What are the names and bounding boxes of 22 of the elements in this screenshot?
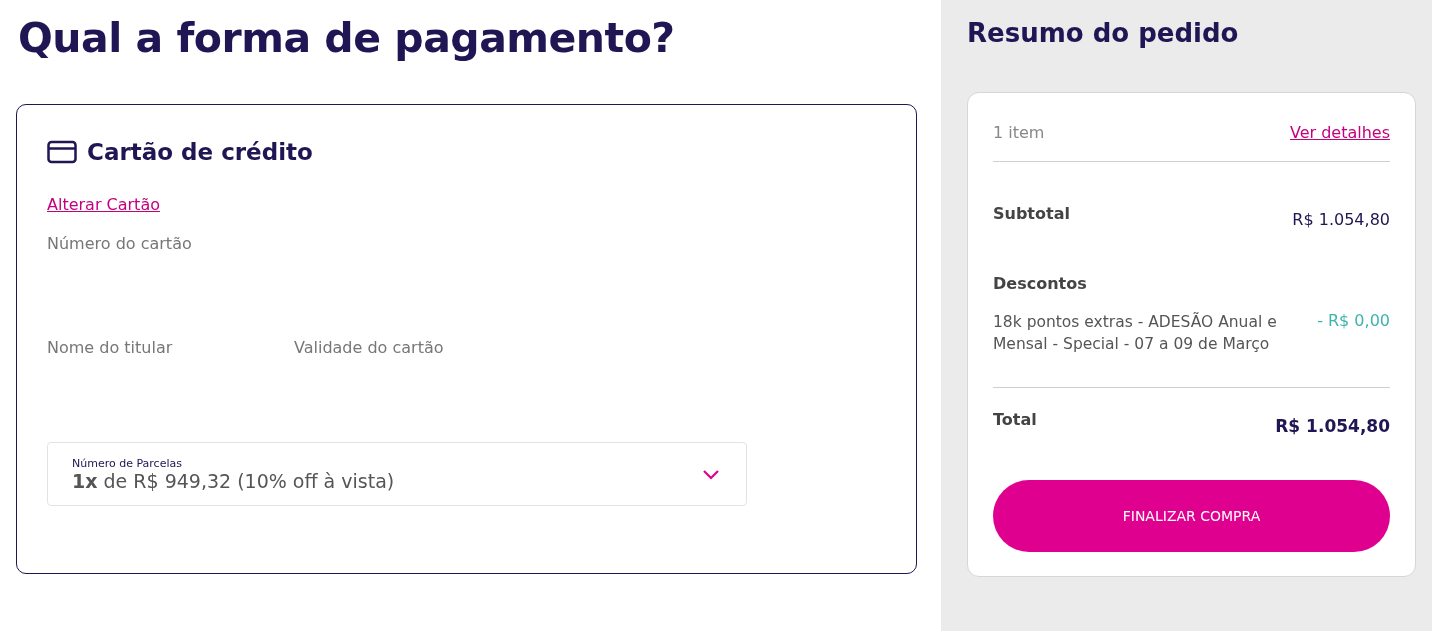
change-card-link[interactable]: Alterar Cartão	[47, 195, 160, 214]
chevron-down-icon	[702, 468, 720, 480]
credit-card-icon	[47, 140, 77, 164]
holder-name-label: Nome do titular	[47, 338, 174, 357]
discounts-label: Descontos	[993, 274, 1088, 293]
discount-description: 18k pontos extras - ADESÃO Anual e Mensal - Special - 07 a 09 de Março	[993, 311, 1278, 355]
installments-value: 1x de R$ 949,32 (10% off à vista)	[72, 469, 395, 492]
total-value: R$ 1.054,80	[1275, 416, 1390, 436]
expiry-label: Validade do cartão	[294, 338, 444, 357]
total-label: Total	[993, 410, 1037, 431]
subtotal-value: R$ 1.054,80	[1292, 210, 1390, 229]
details-link[interactable]: Ver detalhes	[1289, 123, 1390, 142]
page-title: Qual a forma de pagamento?	[18, 14, 676, 62]
item-count: 1 item	[993, 123, 1045, 142]
summary-title: Resumo do pedido	[967, 18, 1240, 48]
installments-select[interactable]: Número de Parcelas 1x de R$ 949,32 (10% off à vista)	[47, 442, 747, 506]
subtotal-label: Subtotal	[993, 204, 1070, 225]
installments-label: Número de Parcelas	[72, 456, 183, 470]
discount-amount: - R$ 0,00	[1317, 311, 1390, 332]
checkout-button[interactable]: FINALIZAR COMPRA	[993, 480, 1390, 552]
card-number-label: Número do cartão	[47, 234, 193, 253]
payment-method-title: Cartão de crédito	[87, 139, 313, 165]
